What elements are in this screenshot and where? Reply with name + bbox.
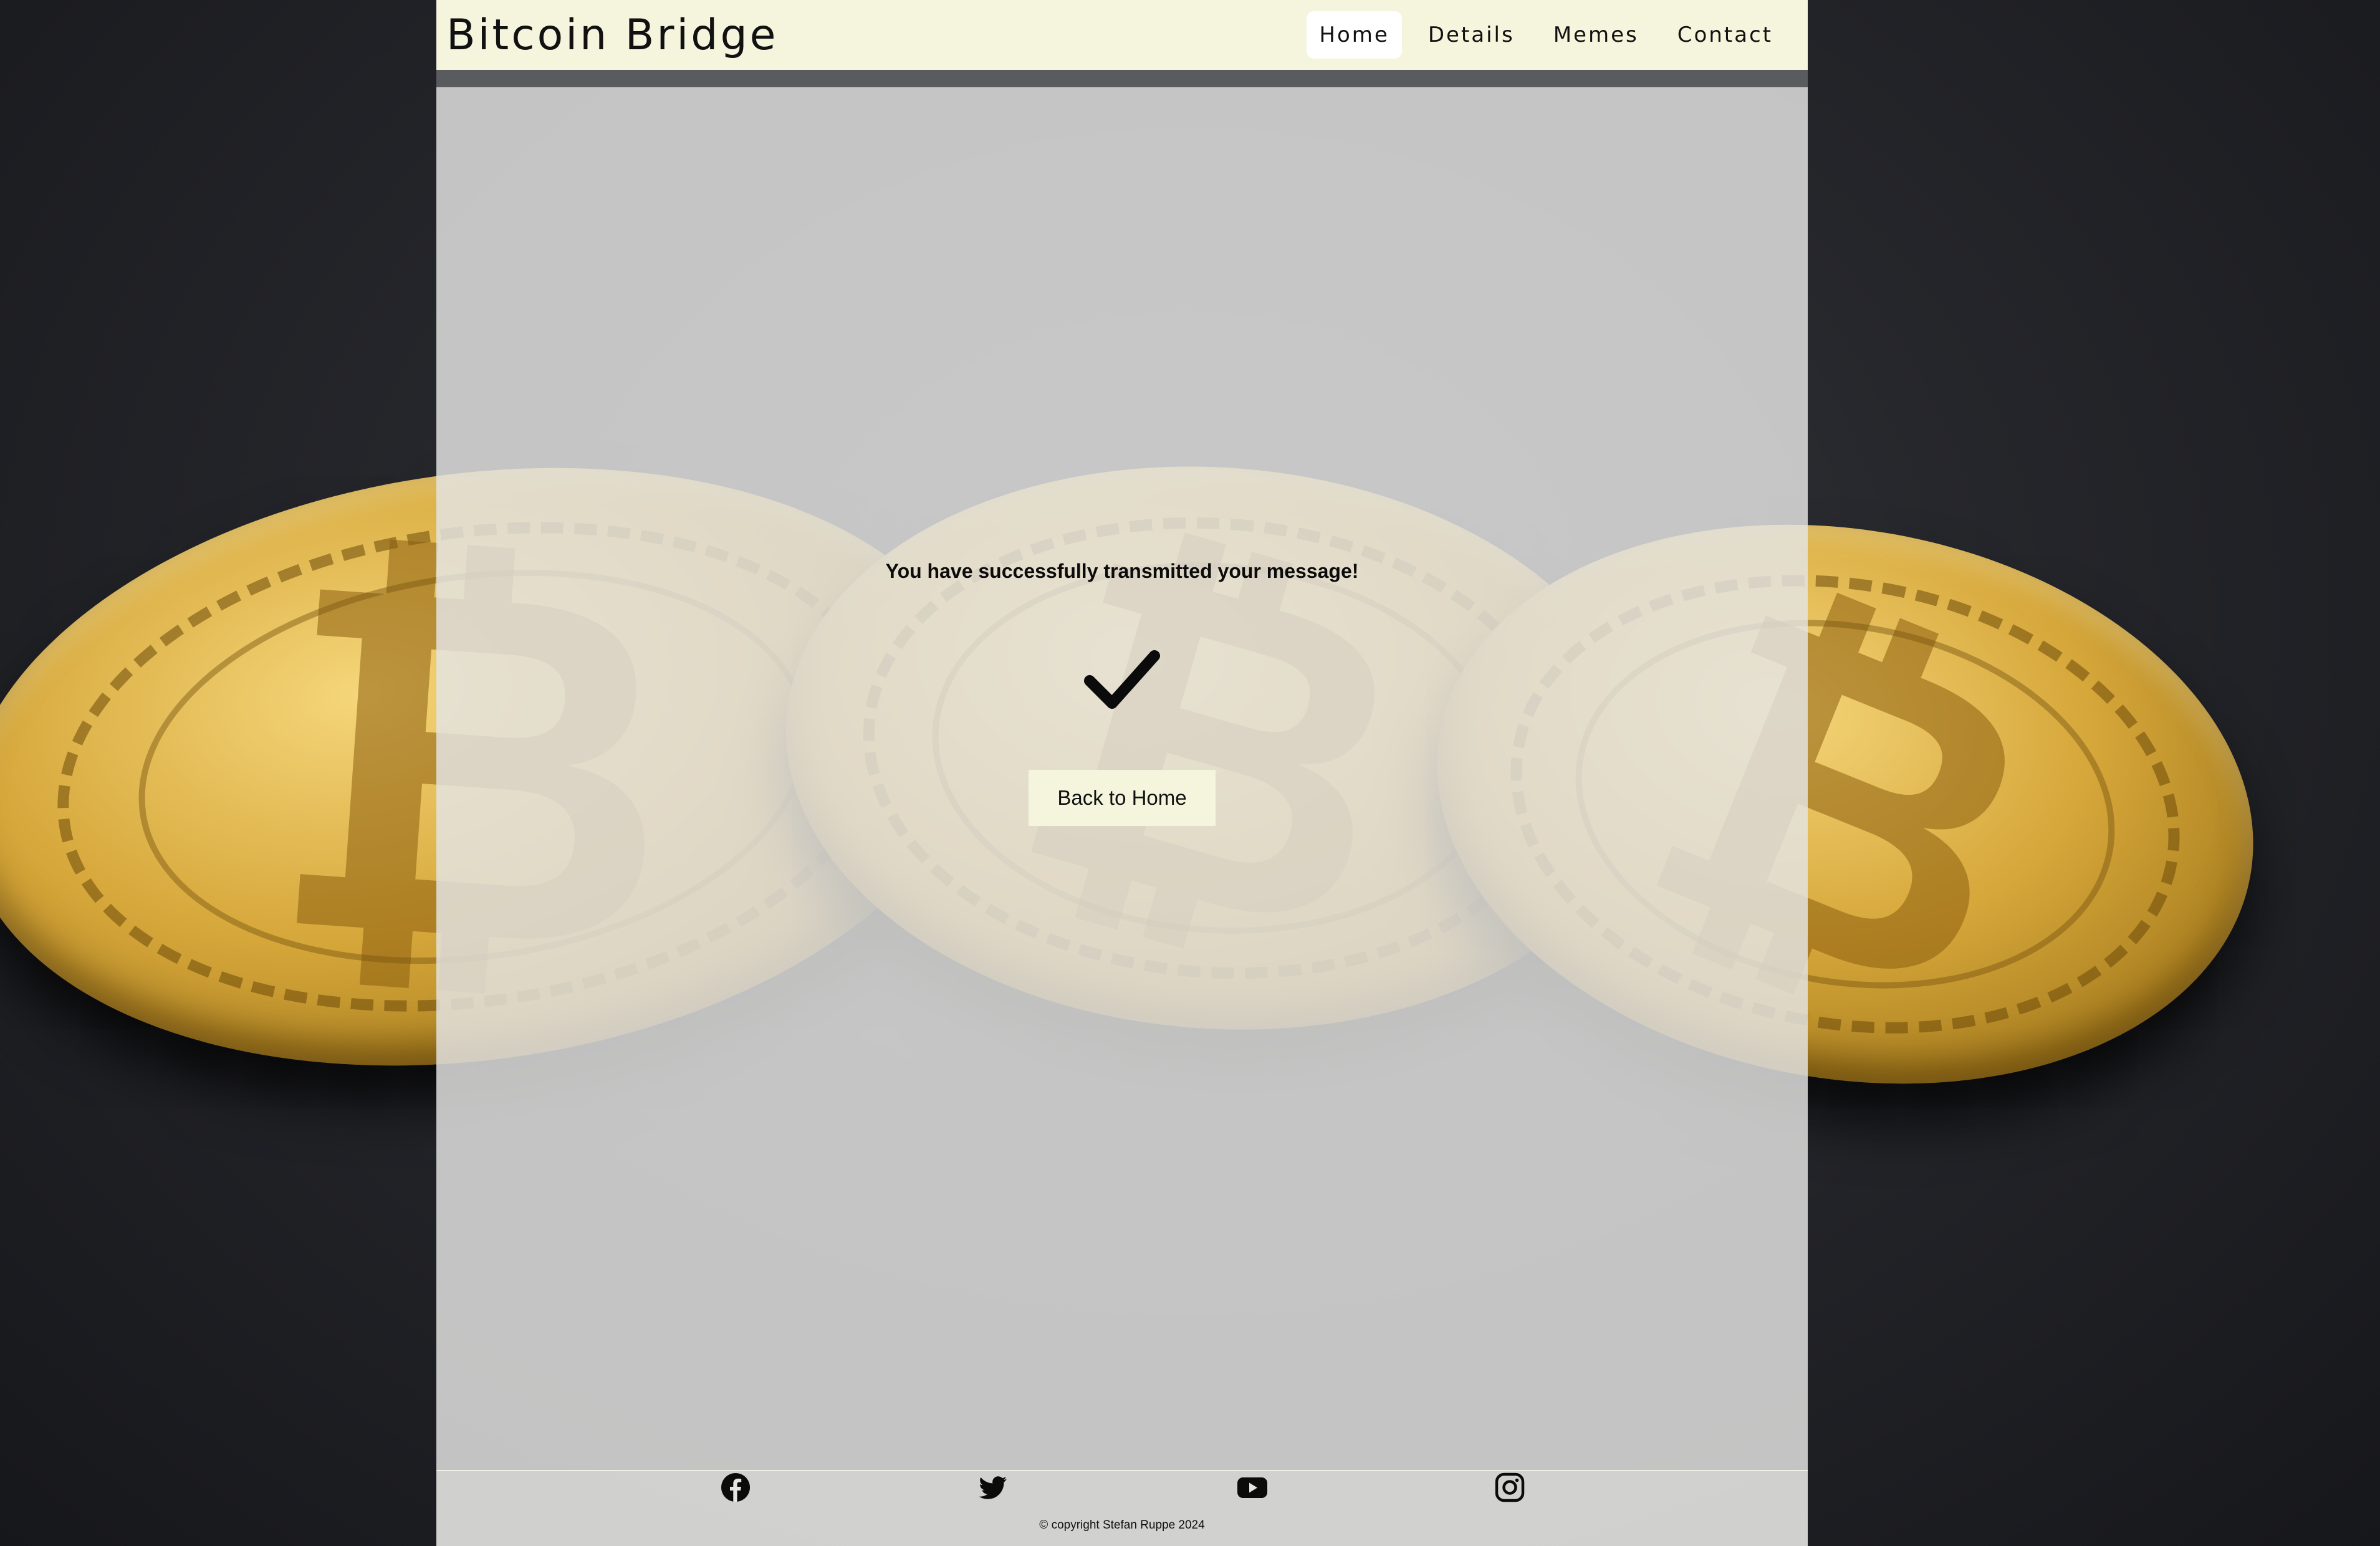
header-divider (436, 70, 1808, 87)
success-message: You have successfully transmitted your m… (885, 560, 1359, 582)
nav-memes[interactable]: Memes (1541, 11, 1651, 59)
site-footer (436, 1470, 1808, 1546)
site-header: Bitcoin Bridge Home Details Memes Contac… (436, 0, 1808, 70)
site-brand[interactable]: Bitcoin Bridge (446, 11, 778, 60)
checkmark-icon (1084, 650, 1160, 709)
youtube-icon[interactable] (1237, 1472, 1268, 1503)
nav-contact[interactable]: Contact (1665, 11, 1785, 59)
page-container: Bitcoin Bridge Home Details Memes Contac… (436, 0, 1808, 1546)
nav-home[interactable]: Home (1307, 11, 1402, 59)
back-to-home-button[interactable]: Back to Home (1029, 770, 1216, 826)
copyright-text: © copyright Stefan Ruppe 2024 (1039, 1519, 1205, 1532)
main-nav: Home Details Memes Contact (1307, 11, 1785, 59)
facebook-icon[interactable] (720, 1472, 751, 1503)
instagram-icon[interactable] (1494, 1472, 1525, 1503)
twitter-icon[interactable] (977, 1472, 1009, 1503)
nav-details[interactable]: Details (1416, 11, 1527, 59)
